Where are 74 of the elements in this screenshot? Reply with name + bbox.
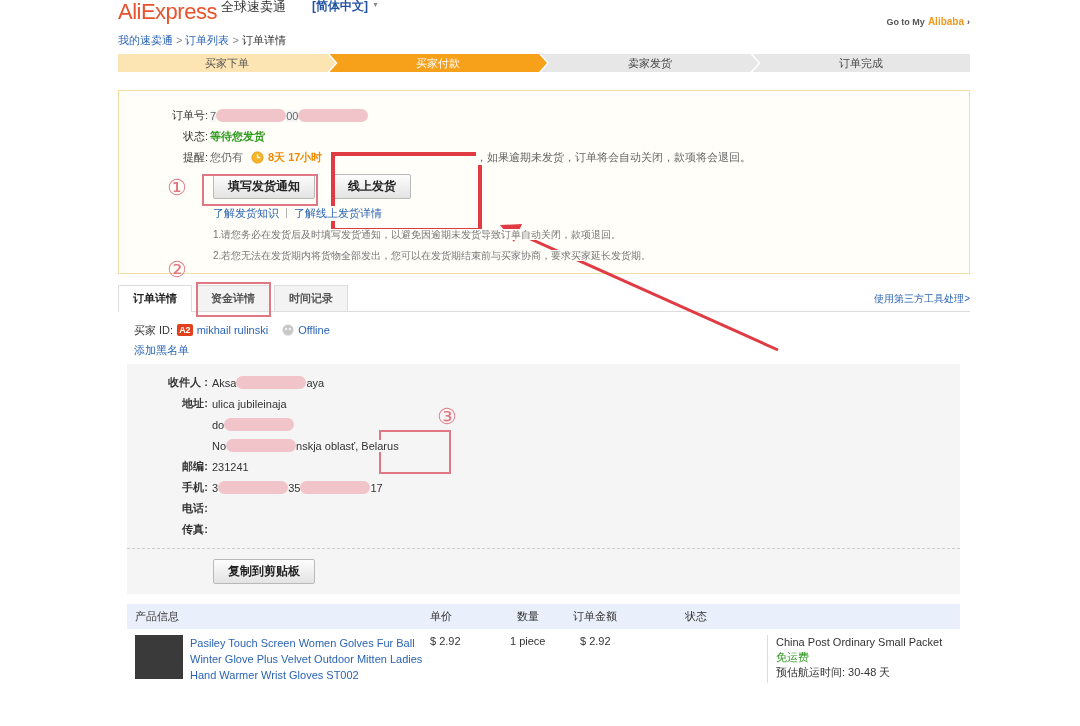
field-value-text: 231241 — [212, 460, 249, 473]
redaction-blob — [224, 418, 295, 431]
field-label: 电话: — [181, 501, 209, 516]
tab[interactable]: 订单详情 — [118, 285, 192, 312]
redaction-blob — [218, 481, 289, 494]
breadcrumb-item[interactable]: 订单列表 — [185, 32, 230, 48]
column-header: 数量 — [517, 609, 540, 624]
clock-icon — [251, 151, 264, 164]
breadcrumb-item: 订单详情 — [241, 32, 286, 48]
copy-button[interactable]: 复制到剪贴板 — [213, 559, 315, 584]
step-number: ③ — [437, 404, 457, 430]
shipping-fee: 免运费 — [776, 650, 810, 665]
progress-step: 买家下单 — [118, 54, 336, 72]
buyer-badge: A2 — [177, 324, 193, 336]
progress-step: 订单完成 — [752, 54, 970, 72]
buyer-name-link[interactable]: mikhail rulinski — [196, 324, 269, 336]
column-header: 产品信息 — [135, 609, 180, 624]
action-button[interactable]: 填写发货通知 — [213, 174, 315, 199]
field-value-text: 00 — [286, 109, 299, 122]
field-value-text: 35 — [288, 481, 301, 494]
field-label: 订单号: — [170, 108, 208, 123]
blacklist-link[interactable]: 添加黑名单 — [134, 343, 970, 358]
language-selector[interactable]: [简体中文] — [311, 0, 368, 15]
field-value-text: 17 — [370, 481, 383, 494]
progress-step: 卖家发货 — [541, 54, 759, 72]
logo[interactable]: AliExpress — [118, 0, 217, 24]
redaction-blob — [236, 376, 307, 389]
breadcrumb-separator: > — [232, 34, 239, 46]
shipping-method: China Post Ordinary Small Packet — [776, 635, 944, 650]
help-link[interactable]: 了解线上发货详情 — [293, 206, 382, 221]
field-value-text: 7 — [210, 109, 217, 122]
third-party-link[interactable]: 使用第三方工具处理> — [874, 291, 970, 306]
status-text: 等待您发货 — [210, 129, 265, 144]
table-cell-text: $ 2.92 — [580, 635, 612, 649]
link-separator: | — [285, 206, 288, 220]
redaction-blob — [298, 109, 369, 122]
field-value-text: do — [212, 418, 225, 431]
breadcrumb-item[interactable]: 我的速卖通 — [118, 32, 173, 48]
table-cell-text: $ 2.92 — [430, 635, 462, 649]
redaction-blob — [300, 481, 371, 494]
help-link[interactable]: 了解发货知识 — [213, 206, 279, 221]
column-header: 订单金额 — [573, 609, 618, 624]
field-label: 地址: — [181, 396, 209, 411]
table-cell-text: 1 piece — [510, 635, 547, 649]
column-header: 状态 — [685, 609, 708, 624]
progress-step: 买家付款 — [329, 54, 547, 72]
action-button[interactable]: 线上发货 — [333, 174, 411, 199]
field-label: 收件人 : — [167, 375, 209, 390]
field-label: 提醒: — [181, 150, 208, 165]
alibaba-link[interactable]: Go to My Alibaba › — [886, 16, 970, 27]
tab[interactable]: 时间记录 — [274, 285, 348, 311]
field-label: 传真: — [181, 522, 209, 537]
field-value-text: nskja oblasť, Belarus — [296, 439, 399, 452]
field-value-text: 3 — [212, 481, 219, 494]
photo-placeholder — [135, 635, 183, 679]
logo-subtitle: 全球速卖通 — [220, 0, 286, 16]
field-value-text: No — [212, 439, 227, 452]
breadcrumb-separator: > — [176, 34, 183, 46]
field-label: 邮编: — [181, 459, 209, 474]
field-label: 手机: — [181, 480, 209, 495]
redaction-blob — [226, 439, 297, 452]
countdown-text: 8天 17小时 — [268, 150, 323, 165]
field-value-text: ulica jubileinaja — [212, 397, 287, 410]
online-status-text: Offline — [298, 324, 330, 336]
redaction-blob — [216, 109, 287, 122]
delivery-time: 预估航运时间: 30-48 天 — [776, 665, 892, 680]
step-number: ① — [167, 175, 187, 201]
reminder-text: 您仍有 — [210, 150, 243, 165]
column-header: 单价 — [430, 609, 453, 624]
field-label: 状态: — [181, 129, 208, 144]
product-title-link[interactable]: Pasiley Touch Screen Women Golves Fur Ball Winter Glove Plus Velvet Outdoor Mitten Ladies Hand Warmer Wrist Gloves ST002 — [190, 635, 430, 683]
field-value-text: Aksa — [212, 376, 237, 389]
tab[interactable]: 资金详情 — [196, 285, 270, 311]
field-label: 买家 ID: — [134, 322, 174, 338]
